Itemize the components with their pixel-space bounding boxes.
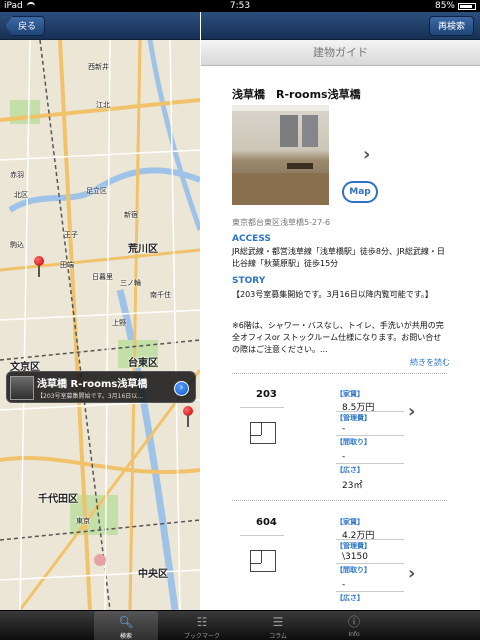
map-label: 駒込 [10, 241, 24, 249]
map-callout[interactable]: 浅草橋 R-rooms浅草橋 【203号室募集開始です。3月16日以... › [6, 371, 196, 403]
battery-icon [458, 2, 476, 10]
fee-label: 【管理費】 [336, 414, 371, 422]
room-number: 604 [256, 517, 277, 528]
read-more-link[interactable]: 続きを読む [410, 357, 450, 368]
map-label: 荒川区 [128, 244, 158, 255]
layout-label: 【間取り】 [336, 566, 371, 574]
map-label: 江北 [96, 101, 110, 109]
map-label: 三ノ輪 [120, 279, 141, 287]
tab-bookmark[interactable]: ☷ ブックマーク [170, 611, 234, 640]
building-detail-panel: 建物ガイド 浅草橋 R-rooms浅草橋 › Map 東京都台東区浅草橋5-27… [201, 40, 480, 610]
unit-row[interactable]: 604 【家賃】 4.2万円 【管理費】 \3150 【間取り】 - 【広さ】 … [232, 517, 447, 610]
map-view[interactable]: 西新井 江北 王子 赤羽 荒川区 田端 日暮里 文京区 台東区 千代田区 中央区… [0, 40, 200, 610]
layout-value: - [342, 452, 346, 462]
room-number: 203 [256, 389, 277, 400]
access-text: JR総武線・都営浅草線「浅草橋駅」徒歩8分、JR総武線・日比谷線「秋葉原駅」徒歩… [232, 247, 445, 268]
clock: 7:53 [229, 1, 251, 11]
tab-column[interactable]: ☰ コラム [246, 611, 310, 640]
tab-bar: 🔍︎ 検索 ☷ ブックマーク ☰ コラム ⓘ Info [0, 610, 480, 640]
layout-value: - [342, 580, 346, 590]
map-label: 田端 [60, 261, 74, 269]
research-button[interactable]: 再検索 [428, 16, 474, 36]
back-button[interactable]: 戻る [5, 16, 46, 36]
callout-thumbnail [10, 376, 34, 400]
layout-label: 【間取り】 [336, 438, 371, 446]
map-nav-bar: 戻る [0, 12, 200, 40]
map-label: 王子 [64, 231, 78, 239]
map-label: 台東区 [128, 358, 158, 369]
map-label: 北区 [14, 191, 28, 199]
story-label: STORY [232, 276, 266, 286]
building-address: 東京都台東区浅草橋5-27-6 [232, 218, 331, 227]
map-label: 中央区 [138, 569, 168, 580]
unit-chevron-icon[interactable]: › [408, 563, 415, 584]
photo-chevron-icon[interactable]: › [363, 144, 370, 165]
screen: iPad 7:53 85% 戻る 再検索 西新井 江北 王子 赤羽 荒川区 田端… [0, 0, 480, 640]
map-roads [0, 40, 200, 610]
map-pin-selected[interactable] [183, 406, 193, 427]
book-icon: ☷ [196, 615, 208, 629]
divider [232, 373, 447, 374]
map-label: 千代田区 [38, 494, 78, 505]
unit-chevron-icon[interactable]: › [408, 401, 415, 422]
map-label: 東京 [76, 517, 90, 525]
info-icon: ⓘ [347, 615, 360, 629]
list-icon: ☰ [272, 615, 284, 629]
tab-label: Info [348, 631, 360, 638]
area-label: 【広さ】 [336, 594, 364, 602]
story-text-more: ※6階は、シャワー・バスなし、トイレ、手洗いが共用の完全オフィスor ストックル… [232, 321, 444, 354]
story-text: 【203号室募集開始です。3月16日以降内覧可能です。】 [232, 290, 433, 299]
map-pin[interactable] [34, 256, 44, 277]
tab-label: ブックマーク [183, 633, 220, 640]
search-icon: 🔍︎ [118, 615, 134, 629]
building-title: 浅草橋 R-rooms浅草橋 [232, 88, 361, 101]
rent-label: 【家賃】 [336, 390, 364, 398]
area-value: 23㎡ [342, 481, 363, 491]
status-bar: iPad 7:53 85% [0, 0, 480, 12]
detail-nav-bar: 再検索 [201, 12, 480, 40]
tab-label: コラム [269, 633, 287, 640]
map-label: 足立区 [86, 187, 107, 195]
fee-value: - [342, 424, 346, 434]
tab-info[interactable]: ⓘ Info [322, 611, 386, 640]
map-label: 赤羽 [10, 171, 24, 179]
floor-plan-image [240, 407, 284, 447]
area-label: 【広さ】 [336, 466, 364, 474]
building-photo[interactable] [232, 105, 329, 205]
divider [232, 500, 447, 501]
access-label: ACCESS [232, 234, 271, 244]
map-label: 南千住 [150, 291, 171, 299]
callout-title: 浅草橋 R-rooms浅草橋 [37, 379, 148, 390]
callout-subtitle: 【203号室募集開始です。3月16日以... [37, 393, 144, 400]
rent-label: 【家賃】 [336, 518, 364, 526]
tab-search[interactable]: 🔍︎ 検索 [94, 611, 158, 640]
map-label: 日暮里 [92, 273, 113, 281]
battery-status: 85% [435, 0, 476, 12]
fee-label: 【管理費】 [336, 542, 371, 550]
unit-row[interactable]: 203 【家賃】 8.5万円 【管理費】 - 【間取り】 - 【広さ】 23㎡ … [232, 389, 447, 499]
map-label: 西新井 [88, 63, 109, 71]
map-label: 上野 [112, 319, 126, 327]
callout-disclosure-icon[interactable]: › [174, 381, 189, 396]
map-button[interactable]: Map [342, 181, 378, 203]
map-label: 新宿 [124, 211, 138, 219]
fee-value: \3150 [342, 552, 368, 562]
detail-header: 建物ガイド [201, 40, 480, 66]
tab-label: 検索 [119, 633, 132, 640]
battery-level [460, 4, 472, 8]
battery-percent: 85% [434, 1, 455, 11]
floor-plan-image [240, 535, 284, 575]
